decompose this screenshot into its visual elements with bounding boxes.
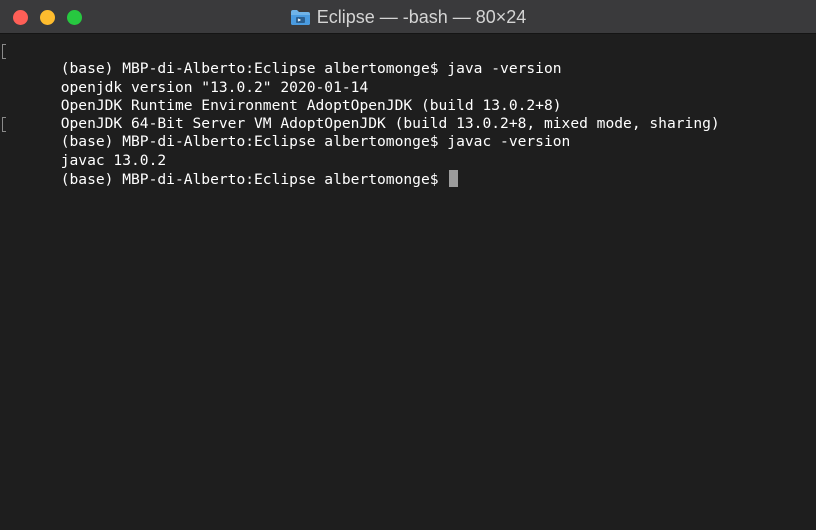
terminal-window: Eclipse — -bash — 80×24 (base) MBP-di-Al… — [0, 0, 816, 530]
terminal-line: javac 13.0.2 — [8, 133, 816, 169]
title-bar[interactable]: Eclipse — -bash — 80×24 — [0, 0, 816, 34]
terminal-line-text: (base) MBP-di-Alberto:Eclipse albertomon… — [60, 171, 448, 189]
window-title: Eclipse — -bash — 80×24 — [0, 0, 816, 34]
folder-icon — [290, 9, 311, 26]
text-cursor — [449, 170, 459, 188]
terminal-output[interactable]: (base) MBP-di-Alberto:Eclipse albertomon… — [0, 35, 816, 530]
terminal-line: OpenJDK 64-Bit Server VM AdoptOpenJDK (b… — [8, 97, 816, 132]
terminal-line: (base) MBP-di-Alberto:Eclipse albertomon… — [2, 42, 816, 77]
terminal-line: (base) MBP-di-Alberto:Eclipse albertomon… — [2, 115, 816, 150]
terminal-line: OpenJDK Runtime Environment AdoptOpenJDK… — [8, 79, 816, 114]
mark-bracket — [2, 117, 6, 133]
terminal-prompt-line: (base) MBP-di-Alberto:Eclipse albertomon… — [8, 152, 816, 188]
mark-bracket — [2, 44, 6, 59]
window-title-text: Eclipse — -bash — 80×24 — [316, 6, 527, 27]
terminal-line: openjdk version "13.0.2" 2020-01-14 — [8, 60, 816, 96]
